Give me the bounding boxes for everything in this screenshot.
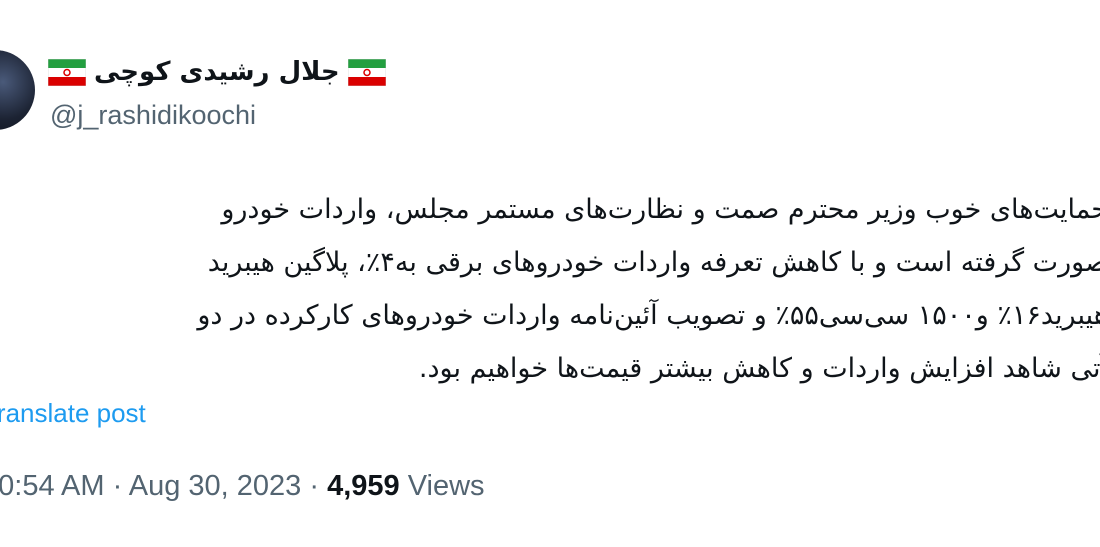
- author-handle[interactable]: @j_rashidikoochi: [50, 100, 256, 131]
- tweet-line: حمایت‌های خوب وزیر محترم صمت و نظارت‌های…: [221, 194, 1100, 225]
- avatar[interactable]: [0, 50, 35, 130]
- translate-post-link[interactable]: Translate post: [0, 398, 146, 429]
- views-label[interactable]: Views: [408, 470, 485, 502]
- tweet-meta: 10:54 AM · Aug 30, 2023 · 4,959 Views: [0, 470, 485, 503]
- author-display-name[interactable]: جلال رشیدی کوچی: [94, 57, 340, 87]
- tweet-date[interactable]: Aug 30, 2023: [129, 470, 302, 502]
- iran-flag-icon: [48, 58, 86, 86]
- tweet-line: صورت گرفته است و با کاهش تعرفه واردات خو…: [207, 247, 1100, 278]
- meta-separator: ·: [112, 470, 123, 502]
- views-count[interactable]: 4,959: [327, 470, 400, 502]
- tweet-line: آتی شاهد افزایش واردات و کاهش بیشتر قیمت…: [418, 353, 1100, 384]
- tweet-text: حمایت‌های خوب وزیر محترم صمت و نظارت‌های…: [197, 183, 1100, 395]
- iran-flag-icon: [347, 58, 386, 86]
- tweet-line: هیبرید۱۶٪ و۱۵۰۰ سی‌سی۵۵٪ و تصویب آئین‌نا…: [197, 300, 1100, 331]
- tweet-time[interactable]: 10:54 AM: [0, 470, 105, 502]
- author-name-row[interactable]: جلال رشیدی کوچی: [48, 52, 386, 92]
- meta-separator: ·: [309, 470, 320, 502]
